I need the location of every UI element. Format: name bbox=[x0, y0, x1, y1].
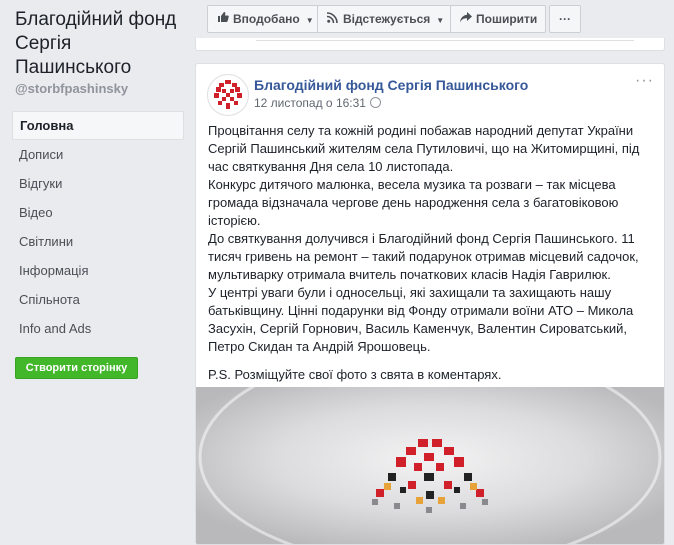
post-paragraph: Конкурс дитячого малюнка, весела музика … bbox=[208, 177, 619, 228]
page-name[interactable]: Благодійний фонд Сергія Пашинського bbox=[15, 8, 190, 80]
page-handle[interactable]: @storbfpashinsky bbox=[15, 81, 128, 96]
thumbs-up-icon bbox=[216, 6, 229, 32]
foundation-logo-icon bbox=[214, 80, 242, 109]
create-page-button[interactable]: Створити сторінку bbox=[15, 357, 138, 379]
liked-label: Вподобано bbox=[233, 12, 300, 26]
sidebar-item-community[interactable]: Спільнота bbox=[12, 285, 184, 314]
photo-logo-graphic bbox=[196, 387, 664, 544]
globe-icon bbox=[369, 97, 381, 108]
post-author-link[interactable]: Благодійний фонд Сергія Пашинського bbox=[254, 77, 528, 93]
sidebar-nav: Головна Дописи Відгуки Відео Світлини Ін… bbox=[12, 111, 184, 343]
post-photo[interactable] bbox=[196, 387, 664, 544]
following-label: Відстежується bbox=[343, 12, 431, 26]
previous-post-card bbox=[195, 38, 665, 51]
sidebar-item-reviews[interactable]: Відгуки bbox=[12, 169, 184, 198]
post-timestamp[interactable]: 12 листопад о 16:31 bbox=[254, 96, 381, 110]
timestamp-text: 12 листопад о 16:31 bbox=[254, 96, 366, 110]
page-action-bar: Вподобано ▼ Відстежується ▼ Поширити ··· bbox=[207, 5, 581, 33]
post-paragraph: У центрі уваги були і односельці, які за… bbox=[208, 285, 634, 354]
chevron-down-icon: ▼ bbox=[305, 16, 314, 25]
post-body: Процвітання селу та кожній родині побажа… bbox=[208, 122, 654, 384]
post-ps: P.S. Розміщуйте свої фото з свята в коме… bbox=[208, 367, 502, 382]
sidebar-item-posts[interactable]: Дописи bbox=[12, 140, 184, 169]
post-paragraph: Процвітання селу та кожній родині побажа… bbox=[208, 123, 640, 174]
avatar[interactable] bbox=[207, 74, 249, 116]
sidebar-item-photos[interactable]: Світлини bbox=[12, 227, 184, 256]
liked-button[interactable]: Вподобано ▼ bbox=[207, 5, 323, 33]
post-paragraph: До святкування долучився і Благодійний ф… bbox=[208, 231, 639, 282]
following-button[interactable]: Відстежується ▼ bbox=[317, 5, 454, 33]
sidebar-item-about[interactable]: Інформація bbox=[12, 256, 184, 285]
share-label: Поширити bbox=[476, 12, 538, 26]
rss-icon bbox=[326, 6, 339, 32]
divider bbox=[256, 40, 634, 41]
sidebar-item-home[interactable]: Головна bbox=[12, 111, 184, 140]
left-sidebar: Благодійний фонд Сергія Пашинського @sto… bbox=[0, 0, 195, 538]
chevron-down-icon: ▼ bbox=[436, 16, 445, 25]
post-card: Благодійний фонд Сергія Пашинського 12 л… bbox=[195, 63, 665, 545]
more-options-button[interactable]: ··· bbox=[549, 5, 581, 33]
share-button[interactable]: Поширити bbox=[450, 5, 547, 33]
sidebar-item-info-ads[interactable]: Info and Ads bbox=[12, 314, 184, 343]
share-arrow-icon bbox=[459, 6, 472, 32]
post-options-icon[interactable]: ··· bbox=[635, 72, 654, 90]
sidebar-item-videos[interactable]: Відео bbox=[12, 198, 184, 227]
